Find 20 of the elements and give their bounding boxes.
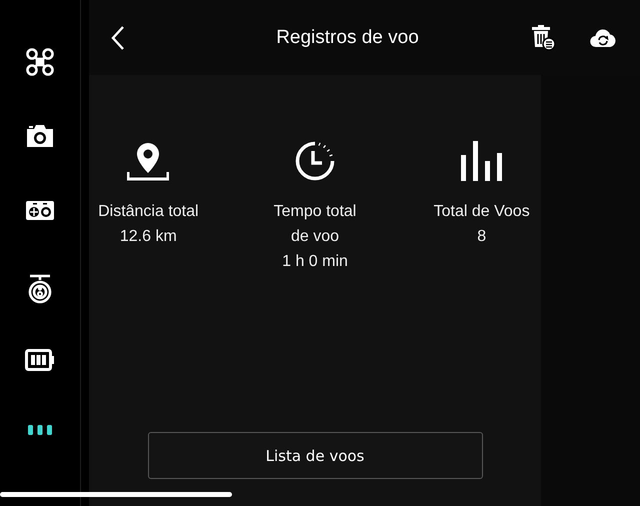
trash-icon[interactable] xyxy=(530,24,556,50)
lens-icon[interactable] xyxy=(27,274,53,304)
stat-label: Distância total xyxy=(97,202,200,222)
clock-icon xyxy=(295,141,335,181)
stat-label: Total de Voos xyxy=(432,202,531,222)
bar-chart-icon xyxy=(460,141,503,181)
stat-value: 8 xyxy=(477,227,486,247)
battery-icon[interactable] xyxy=(25,349,55,371)
page-title: Registros de voo xyxy=(275,26,420,48)
gimbal-icon[interactable] xyxy=(25,198,55,222)
stat-label: Tempo total de voo xyxy=(272,202,358,247)
cloud-sync-icon[interactable] xyxy=(590,28,616,48)
drone-icon[interactable] xyxy=(25,47,55,77)
stat-value: 1 h 0 min xyxy=(282,252,348,272)
back-icon[interactable] xyxy=(111,24,125,50)
flight-list-button[interactable]: Lista de voos xyxy=(148,432,482,479)
location-pin-icon xyxy=(127,141,170,181)
stat-value: 12.6 km xyxy=(120,227,177,247)
camera-icon[interactable] xyxy=(25,122,55,148)
more-icon[interactable] xyxy=(28,424,52,434)
